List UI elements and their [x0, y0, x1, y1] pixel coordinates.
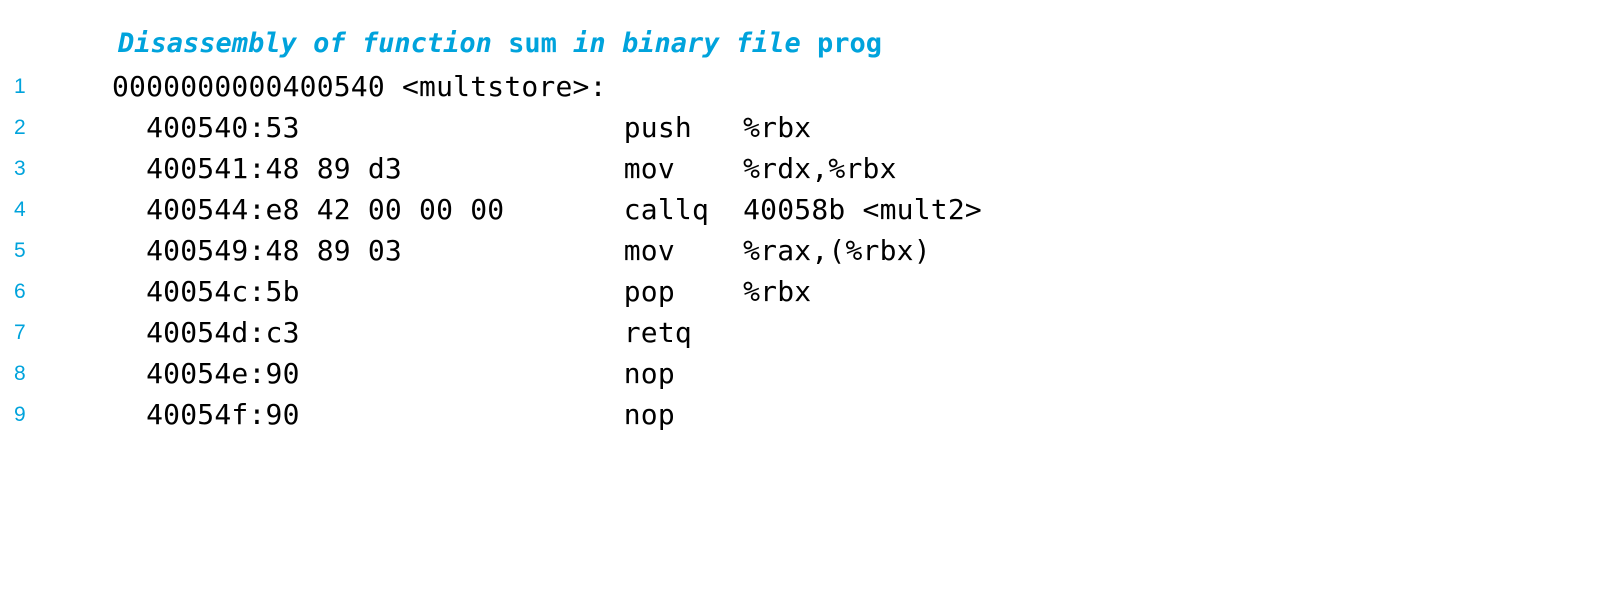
code-line-text: 40054c:5b pop %rbx [112, 275, 812, 308]
code-line-4: 4 400544:e8 42 00 00 00 callq 40058b <mu… [0, 193, 1610, 234]
disassembly-listing: Disassembly of function sum in binary fi… [0, 0, 1610, 608]
line-number: 5 [14, 239, 26, 262]
code-line-3: 3 400541:48 89 d3 mov %rdx,%rbx [0, 152, 1610, 193]
code-line-2: 2 400540:53 push %rbx [0, 111, 1610, 152]
code-line-5: 5 400549:48 89 03 mov %rax,(%rbx) [0, 234, 1610, 275]
caption-binary-name: prog [817, 27, 883, 59]
line-number: 2 [14, 116, 26, 139]
line-number: 7 [14, 321, 26, 344]
code-line-9: 9 40054f:90 nop [0, 398, 1610, 439]
code-line-text: 400541:48 89 d3 mov %rdx,%rbx [112, 152, 897, 185]
code-line-6: 6 40054c:5b pop %rbx [0, 275, 1610, 316]
line-number: 6 [14, 280, 26, 303]
caption-middle: in binary file [556, 27, 818, 59]
line-number: 9 [14, 403, 26, 426]
code-line-7: 7 40054d:c3 retq [0, 316, 1610, 357]
code-line-text: 40054f:90 nop [112, 398, 675, 431]
code-line-text: 400540:53 push %rbx [112, 111, 812, 144]
code-line-text: 40054e:90 nop [112, 357, 675, 390]
code-lines-container: 1 0000000000400540 <multstore>: 2 400540… [0, 70, 1610, 439]
code-line-1: 1 0000000000400540 <multstore>: [0, 70, 1610, 111]
caption-function-name: sum [508, 27, 557, 59]
code-line-text: 0000000000400540 <multstore>: [112, 70, 607, 103]
code-line-text: 400549:48 89 03 mov %rax,(%rbx) [112, 234, 931, 267]
listing-caption: Disassembly of function sum in binary fi… [0, 22, 1610, 64]
line-number: 8 [14, 362, 26, 385]
line-number: 4 [14, 198, 26, 221]
caption-prefix: Disassembly of function [118, 27, 509, 59]
code-line-text: 40054d:c3 retq [112, 316, 692, 349]
code-line-text: 400544:e8 42 00 00 00 callq 40058b <mult… [112, 193, 982, 226]
code-line-8: 8 40054e:90 nop [0, 357, 1610, 398]
line-number: 3 [14, 157, 26, 180]
caption-text: Disassembly of function sum in binary fi… [118, 28, 882, 59]
line-number: 1 [14, 75, 26, 98]
